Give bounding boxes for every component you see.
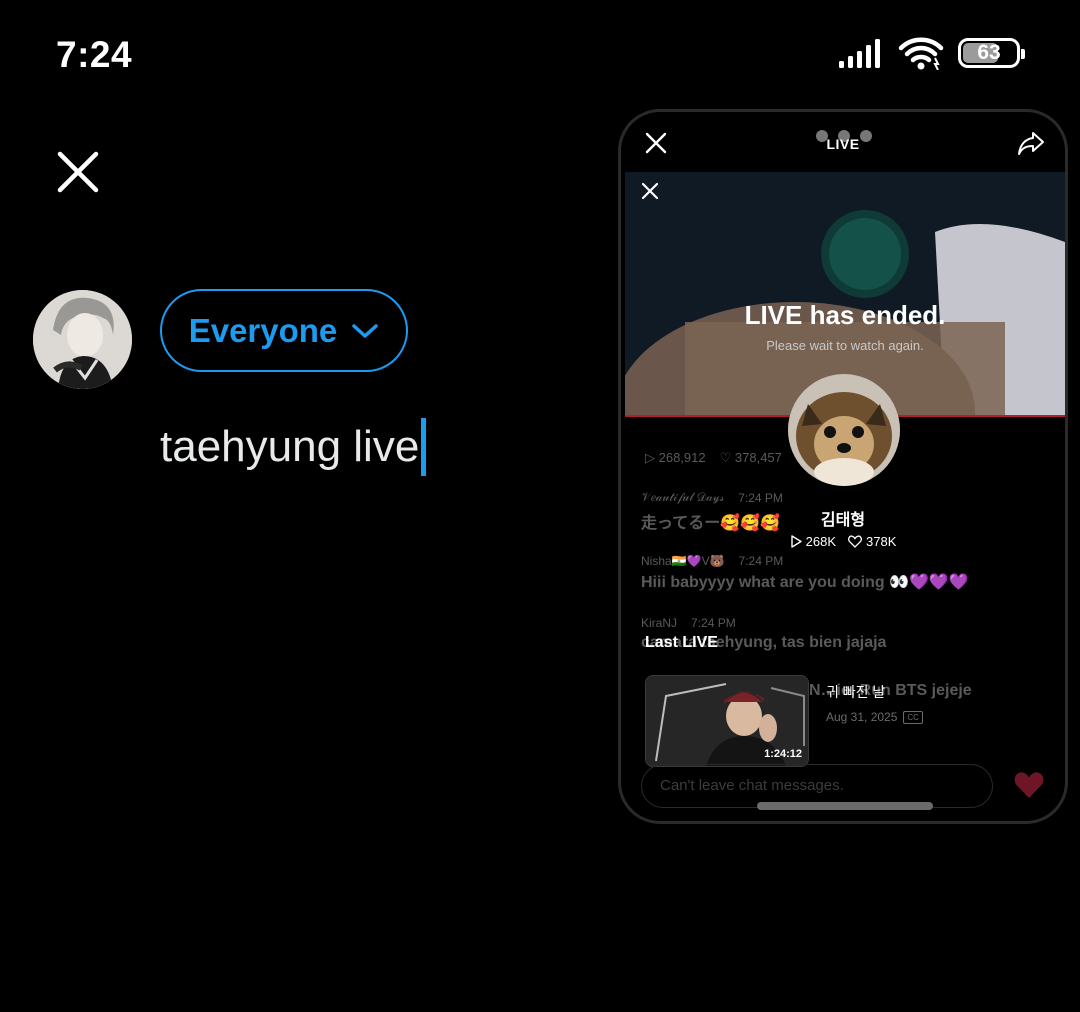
heart-outline-icon — [848, 535, 862, 548]
wifi-icon — [898, 37, 944, 70]
play-icon — [790, 535, 802, 548]
status-icons: 63 — [838, 36, 1025, 70]
signal-icon — [839, 39, 880, 68]
profile-name: 김태형 — [820, 512, 866, 529]
share-icon[interactable] — [1017, 130, 1045, 156]
chat-input-placeholder: Can't leave chat messages. — [660, 777, 844, 794]
avatar[interactable] — [33, 290, 132, 389]
profile-views: 268K — [790, 534, 836, 549]
live-ended-title: LIVE has ended. — [744, 300, 946, 330]
status-time: 7:24 — [56, 34, 133, 75]
live-ended-subtitle: Please wait to watch again. — [766, 338, 924, 353]
profile-likes: 378K — [848, 534, 896, 549]
dog-photo — [788, 374, 900, 486]
last-live-duration: 1:24:12 — [764, 748, 802, 760]
video-close-icon[interactable] — [641, 182, 659, 200]
chat-views: ▷ 268,912 — [645, 450, 706, 465]
compose-text-value: taehyung live — [160, 422, 420, 471]
audience-selector-button[interactable]: Everyone — [160, 289, 408, 372]
heart-icon[interactable] — [1013, 770, 1045, 800]
cc-badge: CC — [903, 710, 923, 724]
chat-stats: ▷ 268,912 ♡ 378,457 — [645, 450, 782, 466]
profile-avatar[interactable] — [788, 374, 900, 486]
last-live-heading: Last LIVE — [645, 634, 718, 651]
audience-label: Everyone — [188, 311, 338, 349]
last-live-date: Aug 31, 2025 — [826, 710, 898, 724]
chat-likes: ♡ 378,457 — [719, 450, 782, 465]
text-caret — [421, 418, 427, 476]
battery-level: 63 — [977, 41, 1001, 64]
card-header: LIVE — [621, 112, 1065, 172]
compose-text-input[interactable]: taehyung live — [160, 418, 427, 476]
card-header-label: LIVE — [826, 136, 860, 152]
chat-message: Nisha🇮🇳💜V🐻 7:24 PM Hiii babyyyy what are … — [641, 554, 969, 591]
last-live-thumbnail[interactable]: 1:24:12 — [645, 675, 809, 767]
avatar-illustration — [33, 290, 132, 389]
chevron-down-icon — [352, 323, 379, 338]
live-embed-card[interactable]: LIVE LIVE has ended. Please wait to watc… — [618, 109, 1068, 824]
close-icon[interactable] — [56, 150, 100, 194]
last-live-meta: Aug 31, 2025 CC — [826, 710, 923, 724]
last-live-title: 귀 빠진 날 — [826, 684, 886, 700]
profile-stats: 268K 378K — [621, 534, 1065, 549]
battery-indicator: 63 — [958, 38, 1025, 68]
home-indicator — [757, 802, 933, 810]
